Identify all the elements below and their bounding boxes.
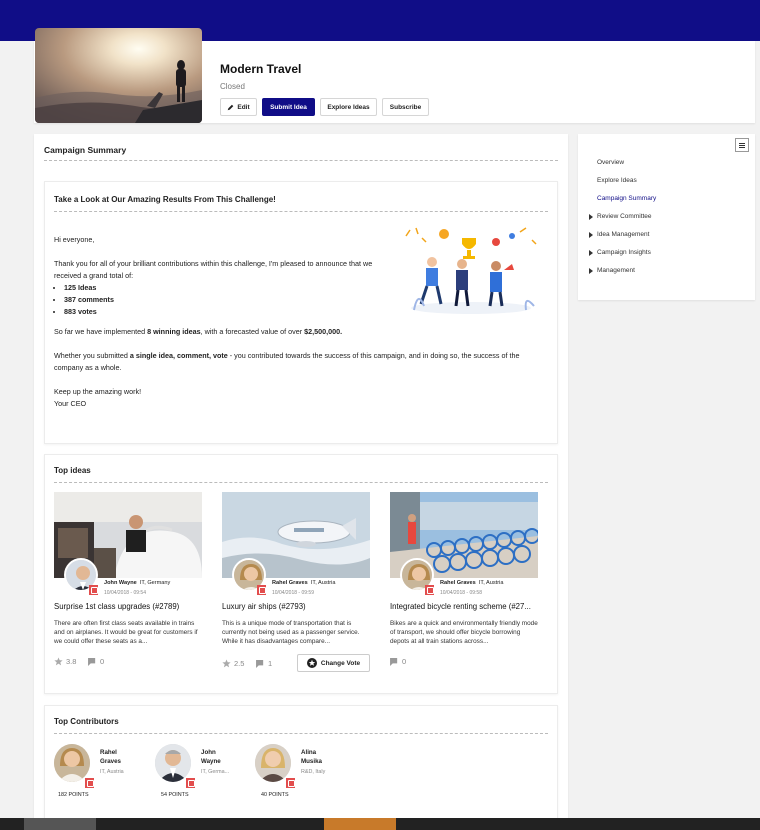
expand-arrow-icon (589, 214, 593, 220)
sidebar-item-management[interactable]: Management (589, 267, 635, 274)
top-ideas-heading: Top ideas (54, 466, 91, 475)
top-contributors-heading: Top Contributors (54, 717, 119, 726)
explore-ideas-button[interactable]: Explore Ideas (320, 98, 377, 116)
edit-button[interactable]: Edit (220, 98, 257, 116)
stat-comments: 387 comments (64, 294, 374, 306)
idea-title[interactable]: Integrated bicycle renting scheme (#27..… (390, 602, 538, 611)
summary-card-title: Take a Look at Our Amazing Results From … (54, 195, 276, 204)
explore-ideas-label: Explore Ideas (327, 103, 370, 111)
sidebar-item-review-committee[interactable]: Review Committee (589, 213, 652, 220)
bookmark-badge-icon (257, 585, 266, 595)
contributor-points: 182 POINTS (58, 792, 89, 798)
idea-date: 10/04/2018 - 09:54 (104, 590, 146, 596)
idea-title[interactable]: Surprise 1st class upgrades (#2789) (54, 602, 202, 611)
campaign-status: Closed (220, 82, 245, 91)
edit-button-label: Edit (237, 103, 250, 111)
contributor-location: R&D, Italy (301, 769, 326, 775)
contributor-avatar (54, 744, 90, 782)
closing-line-1: Keep up the amazing work! (54, 387, 142, 396)
celebration-illustration (396, 222, 546, 317)
stat-votes: 883 votes (64, 306, 374, 318)
star-icon (222, 659, 231, 668)
bookmark-badge-icon (89, 585, 98, 595)
implemented-text: So far we have implemented 8 winning ide… (54, 327, 343, 336)
hamburger-menu-icon[interactable] (735, 138, 749, 152)
idea-description: This is a unique mode of transportation … (222, 620, 360, 645)
contributor-points: 40 POINTS (261, 792, 289, 798)
contributor-location: IT, Germa... (201, 769, 230, 775)
star-circle-icon (306, 658, 317, 668)
divider (44, 160, 558, 161)
star-icon (54, 657, 63, 666)
campaign-title: Modern Travel (220, 62, 302, 76)
sidebar-item-overview[interactable]: Overview (597, 159, 624, 166)
campaign-summary-heading: Campaign Summary (44, 145, 127, 155)
bookmark-badge-icon (425, 585, 434, 595)
contribution-text: Whether you submitted a single idea, com… (54, 351, 520, 372)
submit-idea-label: Submit Idea (270, 103, 307, 111)
greeting-text: Hi everyone, (54, 235, 95, 244)
bookmark-badge-icon (85, 778, 94, 788)
idea-date: 10/04/2018 - 09:59 (272, 590, 314, 596)
idea-comments: 0 (88, 657, 104, 666)
expand-arrow-icon (589, 232, 593, 238)
divider (54, 733, 548, 734)
contributor-name: Alina Musika (301, 749, 322, 765)
change-vote-label: Change Vote (320, 659, 361, 667)
change-vote-button[interactable]: Change Vote (297, 654, 370, 672)
expand-arrow-icon (589, 268, 593, 274)
idea-description: Bikes are a quick and environmentally fr… (390, 620, 538, 645)
comments-icon (256, 659, 264, 668)
contributor-avatar (255, 744, 291, 782)
idea-comments: 1 (256, 659, 272, 668)
subscribe-label: Subscribe (389, 103, 422, 111)
contributor-name: John Wayne (201, 749, 221, 765)
idea-rating: 2.5 (222, 659, 244, 668)
divider (54, 482, 548, 483)
contributor-name: Rahel Graves (100, 749, 121, 765)
sidebar-item-idea-management[interactable]: Idea Management (589, 231, 649, 238)
sidebar-item-explore-ideas[interactable]: Explore Ideas (597, 177, 637, 184)
pencil-icon (228, 104, 234, 110)
stats-list: 125 Ideas 387 comments 883 votes (64, 282, 374, 318)
idea-rating: 3.8 (54, 657, 76, 666)
sidebar-item-campaign-insights[interactable]: Campaign Insights (589, 249, 651, 256)
idea-date: 10/04/2018 - 09:58 (440, 590, 482, 596)
stat-ideas: 125 Ideas (64, 282, 374, 294)
sidebar-item-campaign-summary[interactable]: Campaign Summary (597, 195, 656, 202)
contributor-points: 54 POINTS (161, 792, 189, 798)
comments-icon (88, 657, 96, 666)
bookmark-badge-icon (286, 778, 295, 788)
campaign-cover-image (35, 28, 202, 123)
bookmark-badge-icon (186, 778, 195, 788)
closing-signature: Your CEO (54, 399, 87, 408)
submit-idea-button[interactable]: Submit Idea (262, 98, 315, 116)
idea-description: There are often first class seats availa… (54, 620, 198, 645)
intro-text: Thank you for all of your brilliant cont… (54, 259, 373, 280)
idea-title[interactable]: Luxury air ships (#2793) (222, 602, 370, 611)
idea-comments: 0 (390, 657, 406, 666)
summary-body: Hi everyone, Thank you for all of your b… (54, 234, 374, 318)
subscribe-button[interactable]: Subscribe (382, 98, 429, 116)
idea-author: John Wayne IT, Germany (104, 580, 171, 586)
contributor-location: IT, Austria (100, 769, 124, 775)
divider (54, 211, 548, 212)
expand-arrow-icon (589, 250, 593, 256)
bottom-taskbar (0, 818, 760, 830)
idea-author: Rahel Graves IT, Austria (440, 580, 504, 586)
idea-author: Rahel Graves IT, Austria (272, 580, 336, 586)
comments-icon (390, 657, 398, 666)
contributor-avatar (155, 744, 191, 782)
